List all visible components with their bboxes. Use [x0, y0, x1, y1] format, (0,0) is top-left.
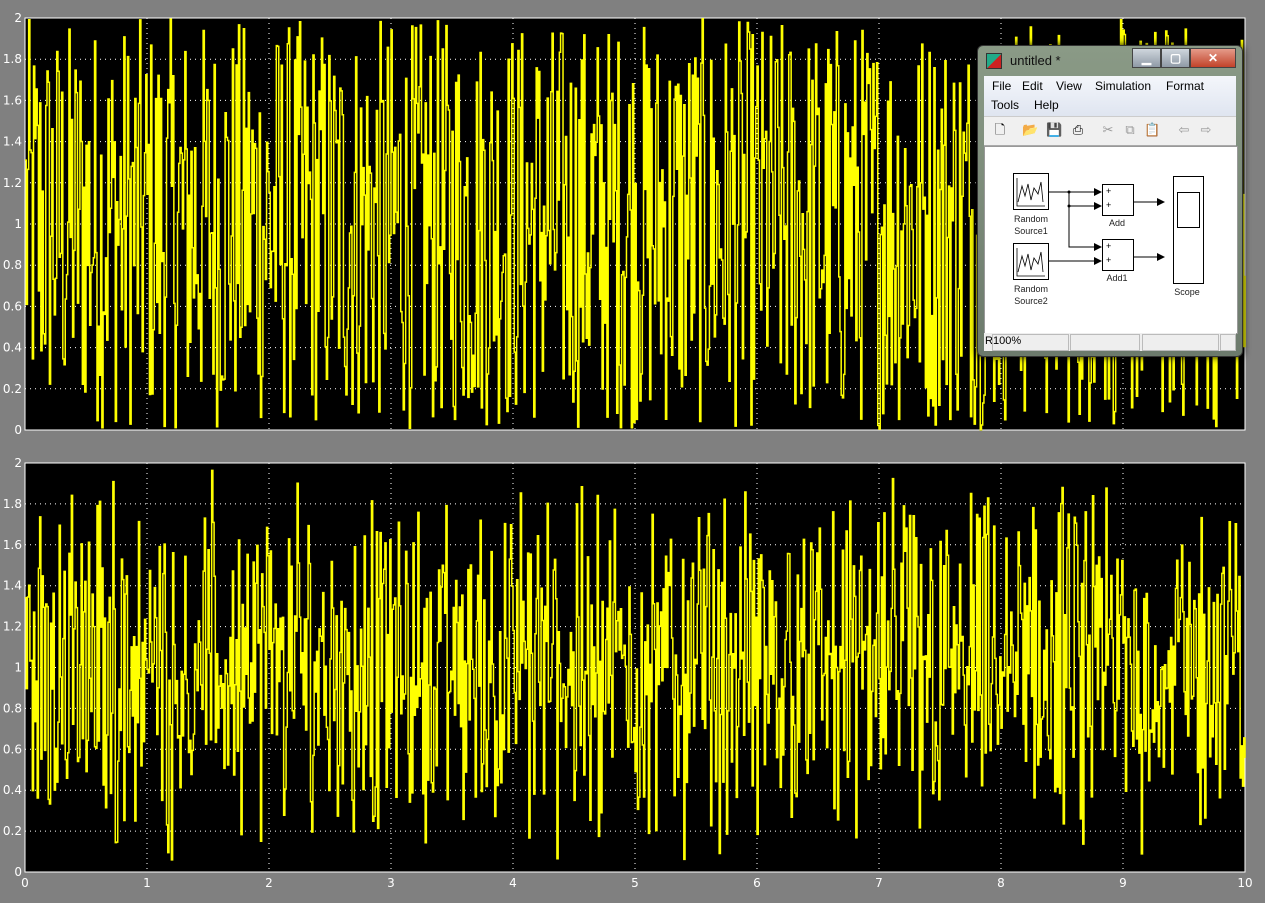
- block-label: Random: [1013, 284, 1049, 294]
- x-tick-label: 8: [997, 876, 1005, 890]
- y-tick-label: 1.8: [3, 497, 22, 511]
- status-field: [1070, 334, 1140, 351]
- x-tick-label: 7: [875, 876, 883, 890]
- block-label: Scope: [1174, 287, 1200, 297]
- plus-sign: +: [1106, 255, 1112, 265]
- x-tick-label: 6: [753, 876, 761, 890]
- resize-grip[interactable]: [1220, 334, 1236, 351]
- y-tick-label: 0.6: [3, 742, 22, 756]
- block-label: Random: [1013, 214, 1049, 224]
- y-tick-label: 1.2: [3, 176, 22, 190]
- add1-block[interactable]: + +: [1102, 239, 1134, 271]
- block-label: Source1: [1014, 226, 1048, 236]
- back-icon[interactable]: ⇦: [1176, 122, 1192, 138]
- y-tick-label: 1.4: [3, 135, 22, 149]
- block-label: Add1: [1106, 273, 1128, 283]
- x-tick-label: 5: [631, 876, 639, 890]
- title-bar[interactable]: untitled * ▁ ▢ ✕: [978, 46, 1242, 74]
- toolbar: 🗋 📂 💾 ⎙ ✂ ⧉ 📋 ⇦ ⇨: [984, 116, 1236, 146]
- x-tick-label: 2: [265, 876, 273, 890]
- window-title: untitled *: [1010, 53, 1061, 68]
- y-tick-label: 1: [14, 661, 22, 675]
- paste-icon[interactable]: 📋: [1144, 122, 1160, 138]
- status-bar: R 100%: [984, 333, 1236, 351]
- menu-edit[interactable]: Edit: [1022, 79, 1043, 93]
- block-label: Source2: [1014, 296, 1048, 306]
- maximize-button[interactable]: ▢: [1161, 48, 1190, 68]
- menu-bar: File Edit View Simulation Format Tools H…: [984, 76, 1236, 116]
- random-signal-icon: [1016, 178, 1045, 207]
- menu-tools[interactable]: Tools: [991, 98, 1019, 112]
- y-tick-label: 0.6: [3, 299, 22, 313]
- random-source2-block[interactable]: [1013, 243, 1049, 280]
- save-icon[interactable]: 💾: [1046, 122, 1062, 138]
- x-tick-label: 0: [21, 876, 29, 890]
- menu-file[interactable]: File: [992, 79, 1011, 93]
- random-signal-icon: [1016, 248, 1045, 277]
- new-icon[interactable]: 🗋: [992, 122, 1008, 138]
- y-tick-label: 0.2: [3, 382, 22, 396]
- y-tick-label: 2: [14, 456, 22, 470]
- menu-help[interactable]: Help: [1034, 98, 1059, 112]
- y-tick-label: 0: [14, 423, 22, 437]
- open-icon[interactable]: 📂: [1022, 122, 1038, 138]
- x-tick-label: 4: [509, 876, 517, 890]
- status-field: [1142, 334, 1219, 351]
- y-tick-label: 1.8: [3, 52, 22, 66]
- scope-screen-icon: [1177, 192, 1200, 228]
- y-tick-label: 2: [14, 11, 22, 25]
- y-tick-label: 0.8: [3, 258, 22, 272]
- add-block[interactable]: + +: [1102, 184, 1134, 216]
- y-tick-label: 1.6: [3, 538, 22, 552]
- y-tick-label: 0: [14, 865, 22, 879]
- y-tick-label: 0.8: [3, 701, 22, 715]
- zoom-level: 100%: [993, 335, 1022, 347]
- y-tick-label: 1.2: [3, 620, 22, 634]
- y-tick-label: 1.4: [3, 579, 22, 593]
- menu-view[interactable]: View: [1056, 79, 1082, 93]
- simulink-model-window[interactable]: untitled * ▁ ▢ ✕ File Edit View Simulati…: [977, 45, 1243, 357]
- model-canvas[interactable]: Random Source1 Random Source2 + + Add + + Ad…: [984, 146, 1238, 334]
- random-source1-block[interactable]: [1013, 173, 1049, 210]
- status-zoom: 100%: [992, 334, 1069, 351]
- x-tick-label: 1: [143, 876, 151, 890]
- plus-sign: +: [1106, 241, 1112, 251]
- menu-simulation[interactable]: Simulation: [1095, 79, 1151, 93]
- x-tick-label: 10: [1237, 876, 1252, 890]
- y-tick-label: 0.4: [3, 341, 22, 355]
- plus-sign: +: [1106, 186, 1112, 196]
- cut-icon[interactable]: ✂: [1100, 122, 1116, 138]
- print-icon[interactable]: ⎙: [1070, 122, 1086, 138]
- x-tick-label: 9: [1119, 876, 1127, 890]
- simulink-icon: [986, 53, 1002, 69]
- y-tick-label: 1: [14, 217, 22, 231]
- y-tick-label: 0.2: [3, 824, 22, 838]
- scope-block[interactable]: [1173, 176, 1204, 284]
- close-button[interactable]: ✕: [1190, 48, 1236, 68]
- copy-icon[interactable]: ⧉: [1122, 122, 1138, 138]
- menu-format[interactable]: Format: [1166, 79, 1204, 93]
- minimize-button[interactable]: ▁: [1132, 48, 1161, 68]
- y-tick-label: 0.4: [3, 783, 22, 797]
- scope-axes-2: 0 1 2 3 4 5 6 7 8 9 10 0 0.2 0.4 0.6 0.8 1 1.2 1.4 1.6 1.8 2: [3, 456, 1253, 890]
- x-tick-label: 3: [387, 876, 395, 890]
- plus-sign: +: [1106, 200, 1112, 210]
- y-tick-label: 1.6: [3, 93, 22, 107]
- block-label: Add: [1108, 218, 1125, 228]
- forward-icon[interactable]: ⇨: [1198, 122, 1214, 138]
